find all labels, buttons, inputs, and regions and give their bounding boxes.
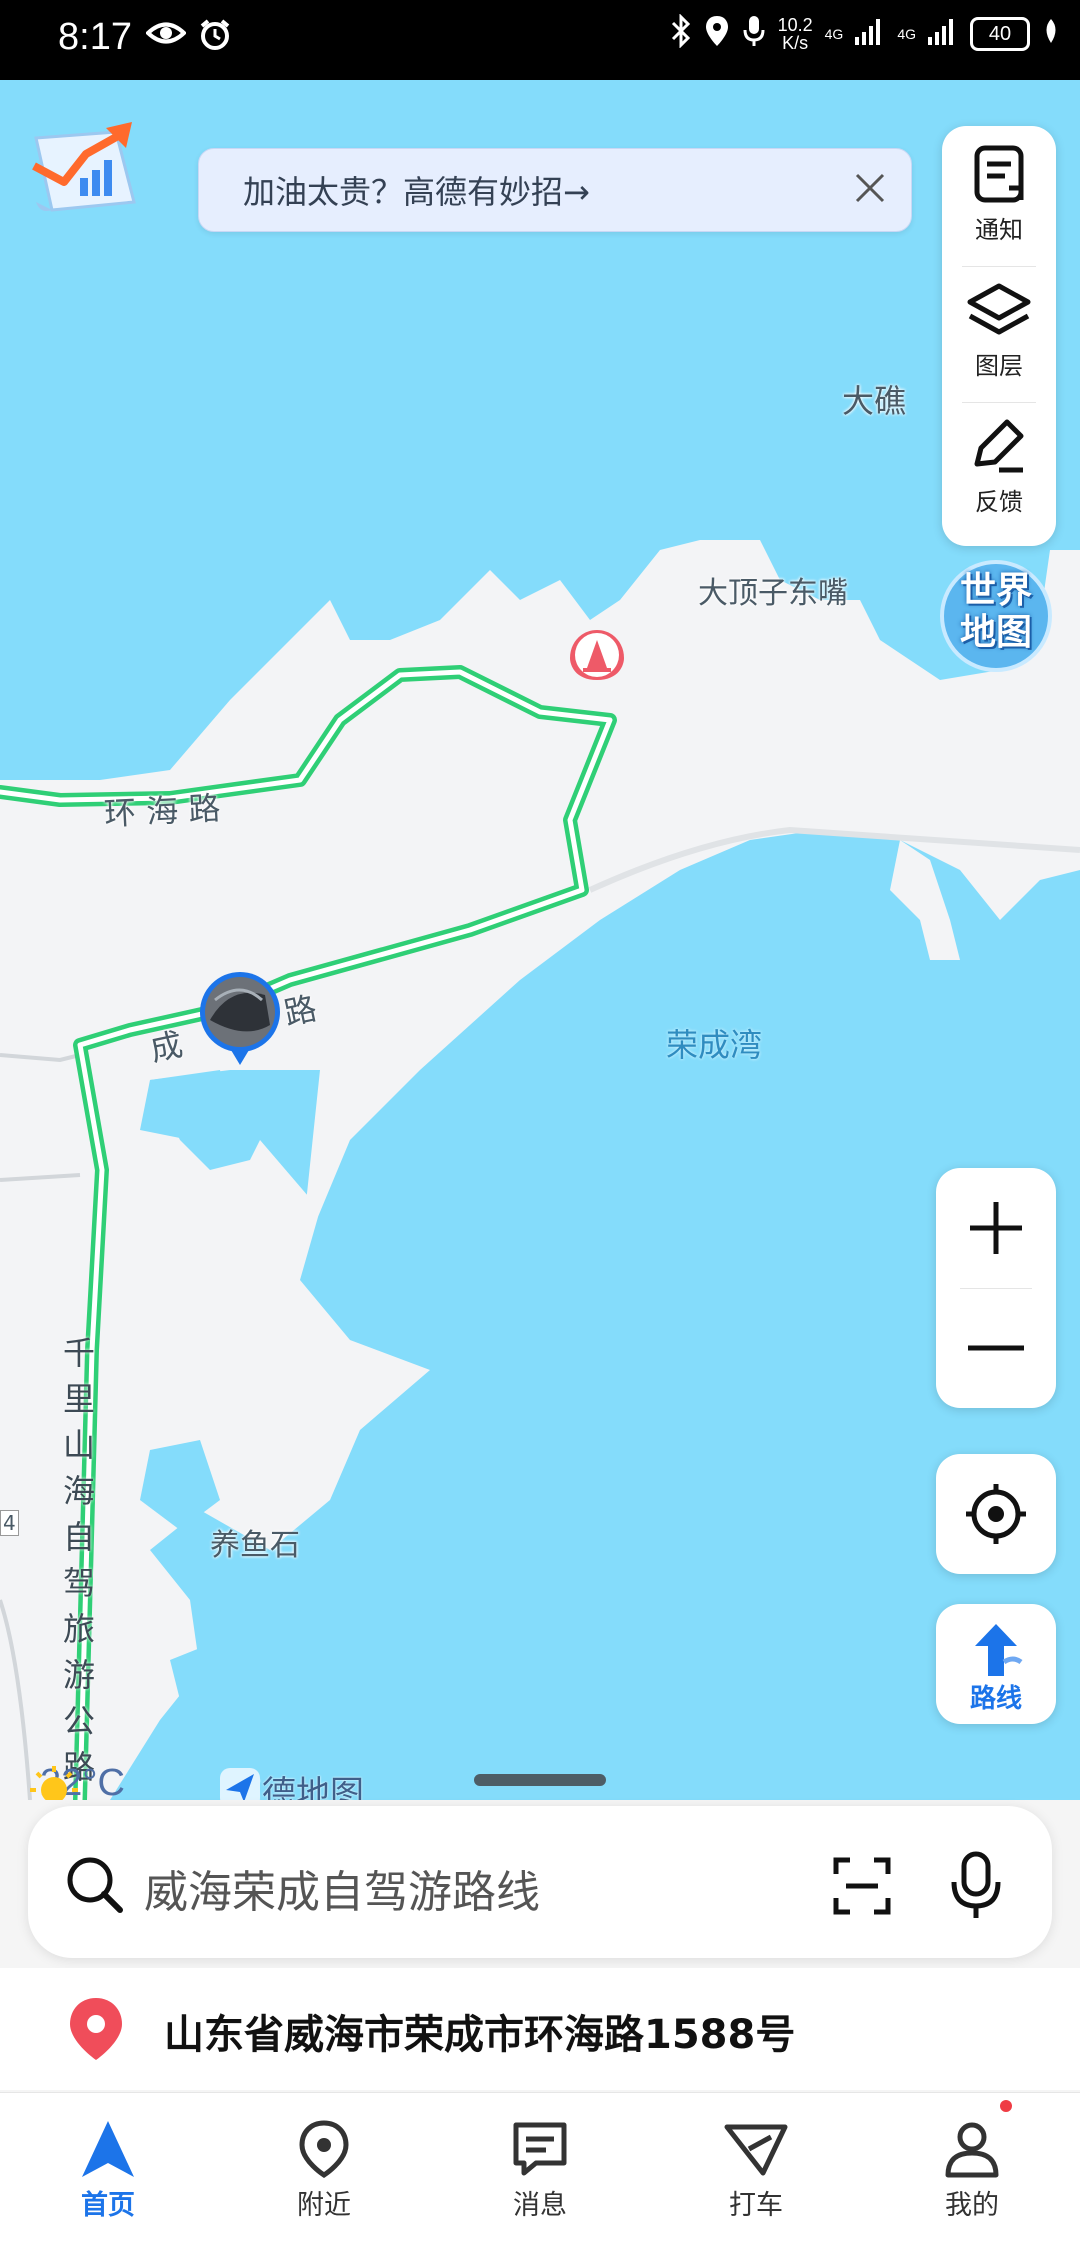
tab-home-label: 首页 [81, 2190, 135, 2221]
promo-banner[interactable]: 加油太贵？高德有妙招→ [198, 148, 912, 232]
feedback-label: 反馈 [975, 488, 1023, 516]
tab-taxi[interactable]: 打车 [648, 2093, 864, 2245]
mic-status-icon [742, 14, 766, 53]
profile-icon [945, 2122, 999, 2178]
location-pin-icon [299, 2120, 349, 2178]
notice-icon [974, 145, 1024, 203]
tab-messages[interactable]: 消息 [432, 2093, 648, 2245]
signal-1-icon [855, 17, 885, 50]
map-tools-panel: 通知 图层 反馈 [942, 126, 1056, 546]
zoom-out-button[interactable] [936, 1288, 1056, 1408]
bottom-tab-bar: 首页 附近 消息 打车 我的 [0, 2092, 1080, 2245]
signal-2-icon [928, 17, 958, 50]
location-pin-icon [66, 1996, 126, 2066]
weather-widget[interactable]: 22°C [26, 1762, 125, 1814]
navigation-arrow-icon [82, 2121, 134, 2177]
map-label-edge-marker: 4 [0, 1510, 19, 1536]
signal-2-label: 4G [897, 25, 916, 42]
taxi-icon [724, 2124, 788, 2176]
crosshair-icon [966, 1484, 1026, 1544]
notification-dot [1000, 2100, 1012, 2112]
tab-nearby[interactable]: 附近 [216, 2093, 432, 2245]
alarm-icon [198, 18, 232, 56]
tab-home[interactable]: 首页 [0, 2093, 216, 2245]
status-right: 10.2 K/s 4G 4G 40 [670, 13, 1060, 53]
search-bar[interactable]: 威海荣成自驾游路线 [28, 1806, 1052, 1958]
signal-1-label: 4G [824, 25, 844, 42]
eye-icon [145, 18, 187, 56]
bluetooth-icon [670, 13, 692, 53]
edit-pencil-icon [974, 419, 1024, 473]
microphone-icon[interactable] [948, 1850, 1004, 1924]
minus-icon [968, 1345, 1024, 1351]
close-icon [853, 171, 887, 209]
net-speed: 10.2 K/s [778, 16, 813, 52]
tab-profile-label: 我的 [945, 2190, 999, 2221]
sheet-drag-handle[interactable] [474, 1774, 606, 1786]
clock: 8:17 [58, 16, 132, 58]
zoom-controls [936, 1168, 1056, 1408]
feedback-button[interactable]: 反馈 [942, 398, 1056, 534]
route-button[interactable]: 路线 [936, 1604, 1056, 1724]
map-label-dadingzi: 大顶子东嘴 [698, 576, 848, 611]
net-speed-unit: K/s [782, 32, 809, 53]
net-speed-value: 10.2 [777, 14, 813, 35]
layers-icon [967, 283, 1031, 335]
banner-close-button[interactable] [843, 163, 897, 217]
promo-chart-icon[interactable] [22, 114, 142, 222]
battery-indicator: 40 [970, 16, 1030, 51]
search-icon [64, 1854, 124, 1918]
zoom-in-button[interactable] [936, 1168, 1056, 1288]
plus-icon [970, 1202, 1022, 1254]
map-label-dajiao: 大礁 [842, 382, 907, 420]
status-left-icons [145, 18, 232, 56]
map-label-yangyushi: 养鱼石 [210, 1528, 300, 1563]
route-arrow-icon [975, 1624, 1023, 1676]
tab-messages-label: 消息 [513, 2190, 567, 2221]
route-label: 路线 [969, 1684, 1022, 1714]
current-location-row[interactable]: 山东省威海市荣成市环海路1588号 [0, 1968, 1080, 2090]
search-input[interactable]: 威海荣成自驾游路线 [144, 1856, 540, 1920]
layers-button[interactable]: 图层 [942, 262, 1056, 398]
world-map-button[interactable]: 世界地图 [936, 556, 1056, 676]
gps-icon [704, 14, 730, 53]
current-address: 山东省威海市荣成市环海路1588号 [164, 2012, 796, 2058]
map-view[interactable]: 大礁 大顶子东嘴 环 海 路 成 路 荣成湾 养鱼石 4 千里山海自驾旅游公路 … [0, 80, 1080, 1814]
promo-banner-text: 加油太贵？高德有妙招→ [243, 173, 590, 211]
message-icon [513, 2122, 567, 2176]
layers-label: 图层 [975, 352, 1023, 380]
tab-taxi-label: 打车 [729, 2190, 783, 2221]
scan-icon[interactable] [832, 1856, 892, 1920]
notice-button[interactable]: 通知 [942, 126, 1056, 262]
tab-nearby-label: 附近 [297, 2190, 351, 2221]
world-map-label: 世界地图 [959, 570, 1032, 653]
map-label-huanhai-road: 环 海 路 [103, 788, 222, 834]
leaf-icon [1042, 17, 1060, 50]
locate-me-button[interactable] [936, 1454, 1056, 1574]
map-label-vertical-road: 千里山海自驾旅游公路 [62, 1334, 95, 1786]
notice-label: 通知 [975, 216, 1023, 244]
status-bar: 8:17 10.2 K/s 4G 4G 40 [0, 0, 1080, 80]
map-label-rongcheng-bay: 荣成湾 [666, 1026, 763, 1064]
tab-profile[interactable]: 我的 [864, 2093, 1080, 2245]
map-canvas [0, 540, 1080, 1800]
